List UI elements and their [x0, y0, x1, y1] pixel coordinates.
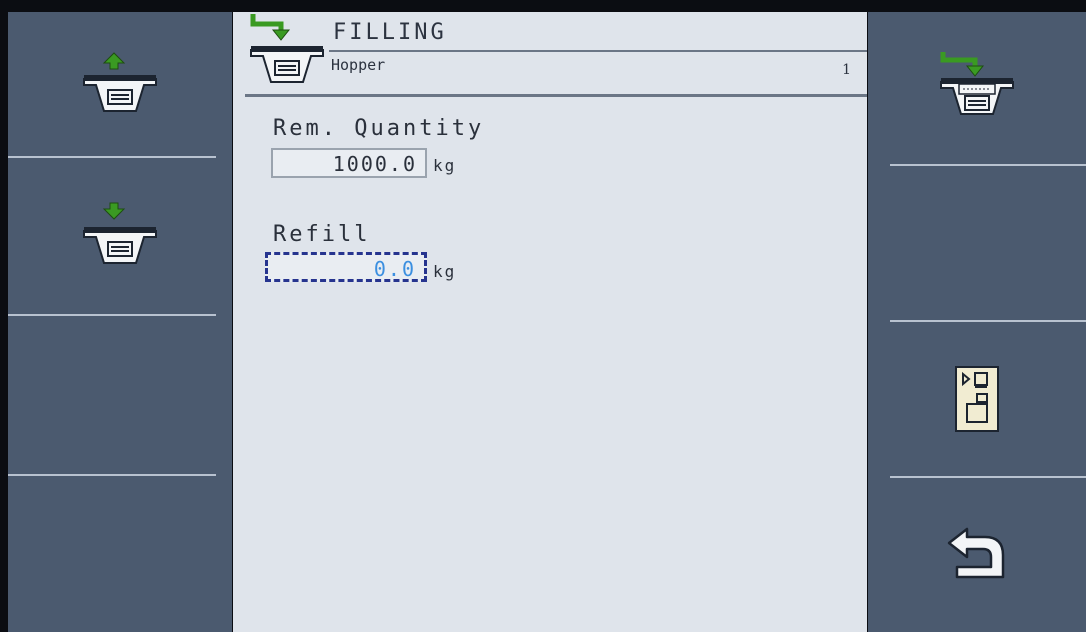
divider	[329, 50, 867, 52]
page-number: 1	[842, 62, 851, 78]
hopper-down-icon	[78, 197, 162, 277]
left-softkey-panel	[8, 12, 232, 632]
empty-softkey[interactable]	[868, 166, 1086, 320]
page-subtitle: Hopper	[331, 56, 386, 74]
hopper-fill-icon	[935, 48, 1019, 128]
header-divider	[245, 94, 867, 97]
page-title: FILLING	[333, 20, 447, 45]
header: FILLING Hopper 1	[233, 12, 867, 97]
data-mask: FILLING Hopper 1 Rem. Quantity 1000.0 kg…	[233, 12, 867, 632]
back-button[interactable]	[868, 478, 1086, 632]
hopper-fill-button[interactable]	[868, 12, 1086, 164]
rem-quantity-label: Rem. Quantity	[273, 116, 485, 141]
refill-label: Refill	[273, 222, 371, 247]
empty-softkey[interactable]	[8, 476, 232, 632]
scale-calibration-button[interactable]	[868, 322, 1086, 476]
back-arrow-icon	[945, 525, 1009, 585]
rem-quantity-value: 1000.0	[271, 148, 427, 178]
refill-input[interactable]: 0.0	[265, 252, 427, 282]
hopper-up-button[interactable]	[8, 12, 232, 158]
separator	[8, 156, 216, 158]
hopper-filling-icon	[247, 12, 331, 96]
hopper-down-button[interactable]	[8, 160, 232, 314]
hopper-up-icon	[78, 45, 162, 125]
rem-quantity-unit: kg	[433, 156, 457, 175]
right-softkey-panel	[868, 12, 1086, 632]
scale-calibration-icon	[955, 366, 999, 432]
refill-unit: kg	[433, 262, 457, 281]
empty-softkey[interactable]	[8, 316, 232, 472]
